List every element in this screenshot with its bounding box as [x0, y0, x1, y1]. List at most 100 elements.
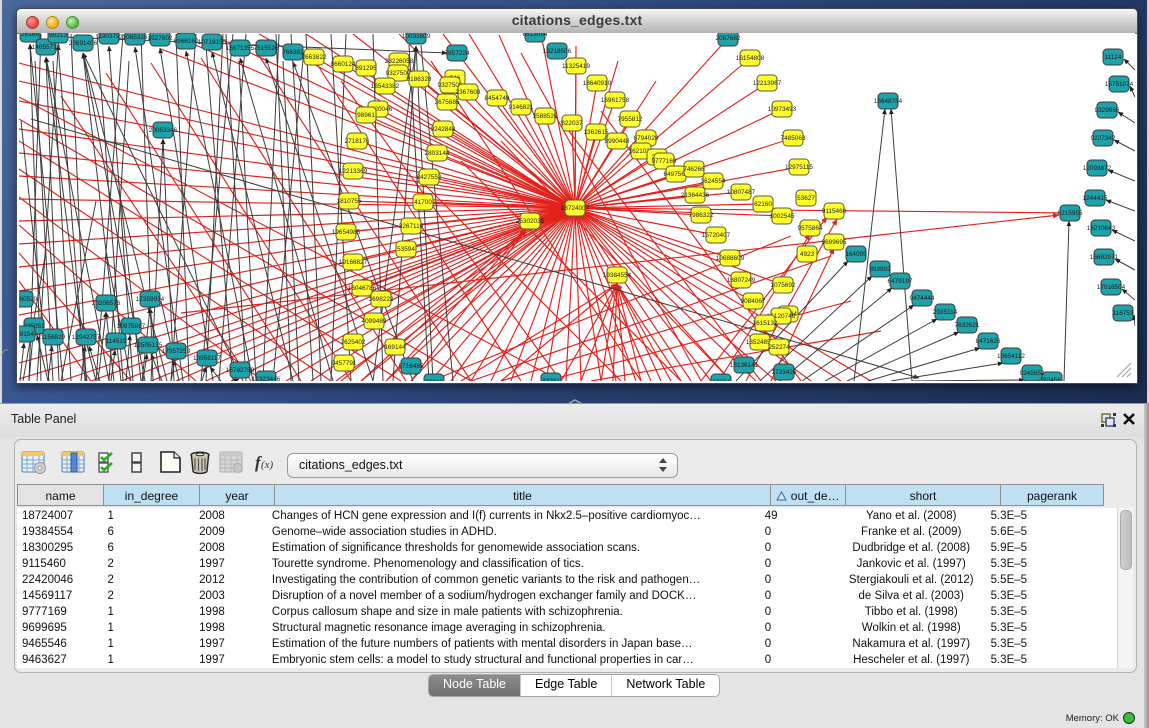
svg-text:746266: 746266	[683, 166, 705, 173]
svg-text:8990448: 8990448	[605, 138, 630, 145]
svg-text:164095: 164095	[845, 251, 867, 258]
svg-text:2718176: 2718176	[345, 138, 370, 145]
svg-text:9457791: 9457791	[332, 360, 357, 367]
svg-text:6794028: 6794028	[634, 135, 659, 142]
svg-text:2803144: 2803144	[425, 150, 450, 157]
svg-text:822037: 822037	[561, 120, 583, 127]
svg-text:893892: 893892	[869, 266, 891, 273]
svg-text:10807487: 10807487	[727, 189, 756, 196]
svg-text:3267110: 3267110	[399, 223, 424, 230]
svg-text:16154808: 16154808	[736, 55, 765, 62]
svg-text:62160: 62160	[754, 201, 772, 208]
svg-text:53627: 53627	[797, 195, 815, 202]
svg-text:9245652: 9245652	[1020, 370, 1045, 377]
svg-text:16210643: 16210643	[1087, 225, 1116, 232]
svg-text:9242848: 9242848	[431, 126, 456, 133]
svg-text:1810755: 1810755	[337, 198, 362, 205]
svg-text:8186328: 8186328	[407, 76, 432, 83]
svg-text:8813054: 8813054	[523, 33, 548, 38]
svg-text:16046786: 16046786	[348, 285, 377, 292]
svg-text:16782759: 16782759	[226, 367, 255, 374]
svg-text:7485063: 7485063	[781, 135, 806, 142]
svg-text:1075692: 1075692	[771, 282, 796, 289]
svg-text:9146821: 9146821	[509, 104, 534, 111]
svg-text:7955812: 7955812	[618, 116, 643, 123]
svg-text:41700: 41700	[414, 199, 432, 206]
svg-text:12942757: 12942757	[72, 334, 101, 341]
svg-text:26160520: 26160520	[19, 296, 38, 303]
svg-text:30975867: 30975867	[117, 323, 146, 330]
svg-text:1002545: 1002545	[770, 213, 795, 220]
svg-text:1362615: 1362615	[584, 129, 609, 136]
svg-text:9575864: 9575864	[798, 225, 823, 232]
svg-text:11325419: 11325419	[562, 63, 590, 70]
svg-text:10688609: 10688609	[716, 255, 745, 262]
svg-text:16648784: 16648784	[874, 98, 903, 105]
svg-text:9227342: 9227342	[1091, 135, 1116, 142]
svg-text:8660124: 8660124	[331, 61, 356, 68]
svg-text:4923: 4923	[800, 251, 815, 258]
svg-text:9329966: 9329966	[1095, 107, 1120, 114]
svg-text:14055712: 14055712	[32, 44, 61, 51]
svg-text:3675685: 3675685	[435, 99, 460, 106]
svg-text:12213967: 12213967	[753, 80, 782, 87]
svg-text:18807249: 18807249	[727, 277, 756, 284]
svg-text:8215955: 8215955	[1058, 210, 1083, 217]
svg-text:7625402: 7625402	[341, 339, 366, 346]
svg-text:2087682: 2087682	[716, 35, 741, 42]
svg-text:16671355: 16671355	[226, 45, 255, 52]
svg-text:90213: 90213	[49, 33, 67, 39]
svg-text:18724007: 18724007	[561, 205, 590, 212]
svg-text:6479197: 6479197	[888, 278, 913, 285]
svg-text:17016504: 17016504	[1097, 284, 1126, 291]
svg-text:17957253: 17957253	[162, 348, 191, 355]
svg-text:18640910: 18640910	[583, 80, 612, 87]
svg-text:15720407: 15720407	[702, 232, 731, 239]
svg-text:20691406: 20691406	[69, 40, 98, 47]
svg-text:25302035: 25302035	[516, 218, 545, 225]
svg-text:12505135: 12505135	[134, 342, 163, 349]
svg-text:7986322: 7986322	[689, 212, 714, 219]
svg-text:16543382: 16543382	[371, 83, 400, 90]
svg-text:2367608: 2367608	[456, 89, 481, 96]
svg-text:9474444: 9474444	[910, 295, 935, 302]
svg-text:20206576: 20206576	[92, 300, 121, 307]
svg-text:1527602: 1527602	[148, 35, 173, 42]
svg-text:39154: 39154	[19, 331, 34, 338]
svg-text:12213369: 12213369	[339, 168, 368, 175]
svg-text:7515526: 7515526	[254, 45, 279, 52]
svg-text:252274: 252274	[768, 344, 790, 351]
svg-text:190379: 190379	[98, 33, 120, 40]
svg-text:19218506: 19218506	[543, 48, 572, 55]
svg-text:10973493: 10973493	[768, 106, 797, 113]
svg-text:4099489: 4099489	[362, 318, 387, 325]
svg-text:98961: 98961	[357, 112, 375, 119]
svg-text:(x): (x)	[261, 459, 274, 471]
svg-text:7663822: 7663822	[302, 54, 327, 61]
svg-text:12975115: 12975115	[785, 164, 813, 171]
svg-text:10033809: 10033809	[402, 33, 431, 40]
svg-text:6966160: 6966160	[174, 38, 199, 45]
svg-text:8427552: 8427552	[417, 174, 442, 181]
svg-text:17359934: 17359934	[136, 296, 165, 303]
svg-text:88213: 88213	[425, 379, 443, 381]
svg-text:169144: 169144	[384, 344, 406, 351]
svg-text:9115460: 9115460	[822, 208, 847, 215]
svg-text:9777169: 9777169	[652, 158, 677, 165]
svg-text:9084067: 9084067	[741, 298, 766, 305]
svg-text:8471626: 8471626	[976, 338, 1001, 345]
svg-text:5716485: 5716485	[399, 363, 424, 370]
svg-text:12093872: 12093872	[1083, 165, 1112, 172]
svg-text:1733426: 1733426	[772, 369, 797, 376]
svg-text:92456: 92456	[1043, 377, 1061, 381]
svg-text:9699695: 9699695	[822, 239, 847, 246]
svg-text:12323446: 12323446	[252, 376, 281, 381]
svg-text:15751074: 15751074	[1105, 81, 1134, 88]
svg-text:116753: 116753	[1113, 310, 1134, 317]
svg-text:7632621: 7632621	[955, 322, 980, 329]
svg-text:3698222: 3698222	[369, 296, 394, 303]
svg-text:23226058: 23226058	[385, 58, 414, 65]
svg-text:10958117: 10958117	[193, 355, 221, 362]
svg-text:20053346: 20053346	[149, 127, 178, 134]
svg-text:1615132: 1615132	[753, 320, 778, 327]
